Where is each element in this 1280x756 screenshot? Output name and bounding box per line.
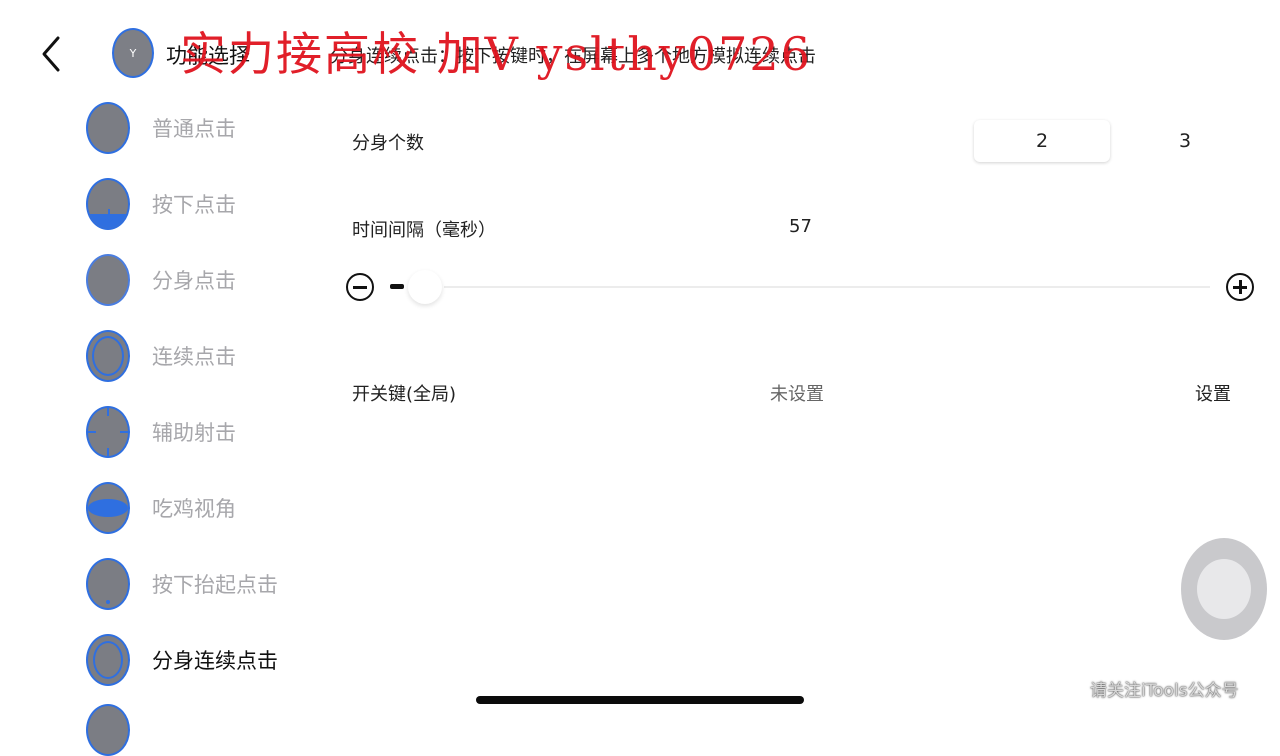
home-indicator[interactable] xyxy=(476,696,804,704)
hotkey-label: 开关键(全局) xyxy=(352,384,457,405)
option-label: 3 xyxy=(1178,130,1192,152)
eye-view-icon xyxy=(86,482,130,534)
sidebar-item-label: 普通点击 xyxy=(152,117,236,141)
press-release-icon xyxy=(86,558,130,610)
clone-tap-icon xyxy=(86,254,130,306)
circle-icon xyxy=(86,102,130,154)
chevron-left-icon xyxy=(42,36,60,72)
sidebar-item-label: 辅助射击 xyxy=(152,421,236,445)
avatar-letter: Y xyxy=(129,46,137,60)
back-button[interactable] xyxy=(36,34,72,74)
interval-label: 时间间隔（毫秒） xyxy=(352,220,496,241)
sidebar-item-label: 连续点击 xyxy=(152,345,236,369)
sidebar-item-label: 按下抬起点击 xyxy=(152,573,278,597)
decrease-button[interactable] xyxy=(346,273,374,301)
floating-assist-button[interactable] xyxy=(1181,538,1267,640)
increase-button[interactable] xyxy=(1226,273,1254,301)
hotkey-value: 未设置 xyxy=(770,384,824,405)
watermark-overlay: 实力接高校 加V yslthy0726 xyxy=(180,27,812,81)
corner-watermark: 请关注iTools公众号 xyxy=(1090,681,1239,701)
mode-avatar[interactable]: Y xyxy=(112,28,154,78)
interval-slider-track[interactable] xyxy=(444,286,1210,288)
sidebar-item-label: 按下点击 xyxy=(152,193,236,217)
sidebar-item-partial[interactable] xyxy=(86,704,130,756)
sidebar-item-label: 分身连续点击 xyxy=(152,649,278,673)
sidebar-item-label: 吃鸡视角 xyxy=(152,497,236,521)
clone-continuous-icon xyxy=(86,634,130,686)
interval-value: 57 xyxy=(789,216,812,237)
sidebar-item-press-release-tap[interactable]: 按下抬起点击 xyxy=(86,552,278,616)
press-down-icon xyxy=(86,178,130,230)
sidebar-item-clone-tap[interactable]: 分身点击 xyxy=(86,248,236,312)
clone-count-label: 分身个数 xyxy=(352,133,424,154)
double-ring-icon xyxy=(86,330,130,382)
floating-button-core xyxy=(1197,559,1251,619)
sidebar-item-clone-continuous-tap[interactable]: 分身连续点击 xyxy=(86,628,278,692)
sidebar-item-label: 分身点击 xyxy=(152,269,236,293)
sidebar-item-press-tap[interactable]: 按下点击 xyxy=(86,172,236,236)
clone-count-option-3[interactable]: 3 xyxy=(1120,120,1250,162)
crosshair-icon xyxy=(86,406,130,458)
interval-slider-thumb[interactable] xyxy=(408,270,442,304)
slider-fill xyxy=(390,284,404,289)
option-label: 2 xyxy=(1035,130,1049,152)
sidebar-item-continuous-tap[interactable]: 连续点击 xyxy=(86,324,236,388)
hotkey-set-button[interactable]: 设置 xyxy=(1195,380,1231,406)
clone-count-option-2[interactable]: 2 xyxy=(974,120,1110,162)
sidebar-item-pubg-view[interactable]: 吃鸡视角 xyxy=(86,476,236,540)
sidebar-item-normal-tap[interactable]: 普通点击 xyxy=(86,96,236,160)
sidebar-item-aim-assist[interactable]: 辅助射击 xyxy=(86,400,236,464)
